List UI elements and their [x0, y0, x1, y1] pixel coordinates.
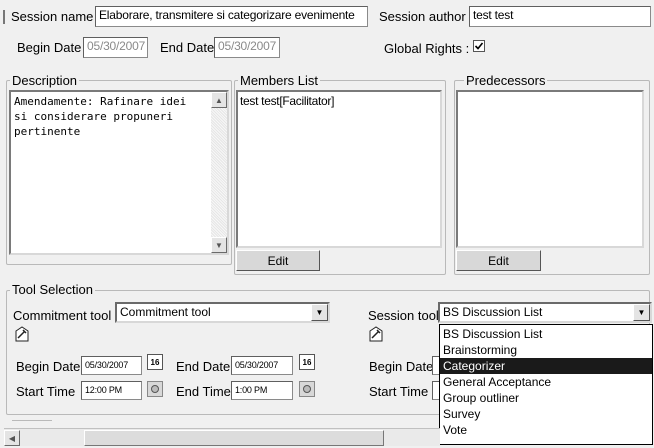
right-begin-date-label: Begin Date — [369, 359, 434, 374]
right-start-time-label: Start Time — [369, 384, 429, 399]
tool-selection-title: Tool Selection — [10, 282, 95, 297]
tool-end-date-label: End Date — [176, 359, 231, 374]
commitment-tool-label: Commitment tool — [13, 308, 112, 323]
session-name-field[interactable]: Elaborare, transmitere si categorizare e… — [95, 6, 368, 27]
tool-begin-date-label: Begin Date — [16, 359, 81, 374]
dropdown-option[interactable]: Survey — [440, 406, 652, 422]
scroll-left-icon[interactable]: ◀ — [4, 430, 20, 446]
scroll-thumb[interactable] — [84, 430, 384, 446]
clock-icon[interactable] — [299, 381, 315, 397]
end-date-label: End Date — [160, 40, 215, 55]
predecessors-listbox[interactable] — [456, 90, 644, 248]
dropdown-option[interactable]: Vote — [440, 422, 652, 438]
commitment-tool-value: Commitment tool — [120, 305, 211, 319]
description-text: Amendamente: Rafinare idei si considerar… — [14, 95, 187, 138]
members-title: Members List — [238, 73, 321, 88]
tool-start-time-label: Start Time — [16, 384, 76, 399]
dropdown-option[interactable]: General Acceptance — [440, 374, 652, 390]
end-date-field[interactable]: 05/30/2007 — [214, 37, 280, 58]
tool-end-time-label: End Time — [176, 384, 231, 399]
predecessors-title: Predecessors — [464, 73, 548, 88]
clock-icon[interactable] — [147, 381, 163, 397]
dropdown-option[interactable]: BS Discussion List — [440, 326, 652, 342]
global-rights-label: Global Rights : — [384, 41, 470, 56]
left-edge-mark — [3, 10, 5, 24]
session-author-field[interactable]: test test — [469, 6, 651, 27]
tool-settings-icon[interactable] — [14, 325, 30, 343]
calendar-icon[interactable]: 16 — [147, 354, 163, 370]
calendar-icon[interactable]: 16 — [299, 354, 315, 370]
dropdown-option[interactable]: Brainstorming — [440, 342, 652, 358]
tool-begin-date-field[interactable]: 05/30/2007 — [81, 356, 142, 375]
member-item[interactable]: test test[Facilitator] — [238, 92, 440, 110]
scroll-down-icon[interactable]: ▼ — [211, 237, 227, 253]
next-group-edge — [12, 420, 52, 421]
chevron-down-icon[interactable]: ▼ — [633, 304, 650, 321]
session-tool-label: Session tool — [368, 308, 439, 323]
chevron-down-icon[interactable]: ▼ — [311, 304, 328, 321]
global-rights-checkbox[interactable] — [473, 40, 485, 52]
tool-end-time-field[interactable]: 1:00 PM — [231, 381, 293, 400]
members-edit-button[interactable]: Edit — [236, 250, 320, 271]
commitment-tool-select[interactable]: Commitment tool ▼ — [115, 302, 330, 323]
session-author-label: Session author — [379, 9, 466, 24]
tool-end-date-field[interactable]: 05/30/2007 — [231, 356, 293, 375]
session-name-label: Session name — [11, 9, 94, 24]
dropdown-option-selected[interactable]: Categorizer — [440, 358, 652, 374]
members-listbox[interactable]: test test[Facilitator] — [236, 90, 442, 248]
dropdown-option[interactable]: Group outliner — [440, 390, 652, 406]
description-scrollbar[interactable]: ▲ ▼ — [211, 92, 227, 253]
begin-date-field[interactable]: 05/30/2007 — [83, 37, 148, 58]
tool-start-time-field[interactable]: 12:00 PM — [81, 381, 142, 400]
session-tool-value: BS Discussion List — [443, 305, 543, 319]
predecessors-edit-button[interactable]: Edit — [456, 250, 541, 271]
description-textarea[interactable]: Amendamente: Rafinare idei si considerar… — [9, 90, 229, 255]
description-title: Description — [10, 73, 80, 88]
session-tool-settings-icon[interactable] — [368, 325, 384, 343]
horizontal-scrollbar[interactable]: ◀ — [4, 428, 440, 446]
scroll-up-icon[interactable]: ▲ — [211, 92, 227, 108]
checkmark-icon — [474, 42, 484, 50]
session-tool-dropdown[interactable]: BS Discussion List Brainstorming Categor… — [439, 324, 653, 445]
session-tool-select[interactable]: BS Discussion List ▼ — [438, 302, 652, 323]
begin-date-label: Begin Date — [17, 40, 82, 55]
